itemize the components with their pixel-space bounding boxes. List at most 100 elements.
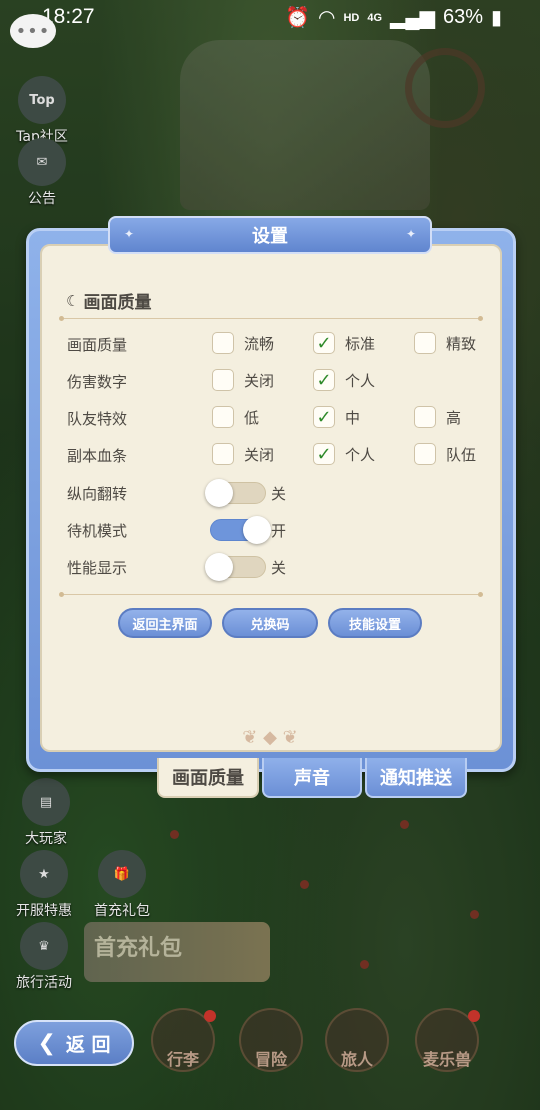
side-item-server-promo[interactable]: ★ 开服特惠 — [12, 850, 76, 920]
nav-label: 麦乐兽 — [422, 1050, 471, 1069]
checkbox[interactable] — [414, 443, 436, 465]
battery-percent: 63% — [442, 6, 483, 28]
row-label-standby-mode: 待机模式 — [67, 522, 128, 540]
back-button[interactable]: ❮ 返 回 — [14, 1020, 134, 1066]
nav-label: 旅人 — [340, 1050, 373, 1069]
tab-graphics[interactable]: 画面质量 — [157, 758, 259, 798]
tab-label: 画面质量 — [172, 768, 244, 789]
tab-label: 通知推送 — [380, 768, 452, 789]
section-divider — [59, 316, 483, 321]
checkbox[interactable] — [414, 332, 436, 354]
checkbox[interactable] — [212, 406, 234, 428]
toggle-state: 关 — [271, 485, 287, 503]
standby-mode-toggle[interactable] — [210, 516, 271, 544]
redeem-code-button[interactable]: 兑换码 — [222, 608, 318, 638]
dialog-title: 设置 — [252, 226, 288, 247]
checkbox-checked[interactable]: ✓ — [313, 406, 335, 428]
tab-label: 声音 — [294, 768, 330, 789]
option-refined[interactable]: 精致 — [414, 332, 476, 354]
battery-icon: ▮ — [490, 7, 502, 29]
option-personal[interactable]: ✓ 个人 — [313, 443, 375, 465]
option-personal[interactable]: ✓ 个人 — [313, 369, 375, 391]
side-item-label: 开服特惠 — [16, 903, 72, 919]
tab-sound[interactable]: 声音 — [262, 758, 362, 798]
checkbox[interactable] — [414, 406, 436, 428]
checkbox[interactable] — [212, 332, 234, 354]
tap-community-icon: Top — [18, 76, 66, 124]
side-item-label: 大玩家 — [25, 831, 67, 847]
option-team[interactable]: 队伍 — [414, 443, 476, 465]
announcement-icon: ✉ — [18, 138, 66, 186]
option-label: 队伍 — [446, 445, 477, 464]
server-promo-icon: ★ — [20, 850, 68, 898]
performance-display-toggle[interactable] — [205, 553, 266, 581]
dialog-title-bar: ✦ 设置 ✦ — [108, 216, 432, 254]
side-item-travel-event[interactable]: ♛ 旅行活动 — [12, 922, 76, 992]
moon-icon: ☾ — [66, 291, 80, 310]
toggle-state: 开 — [271, 522, 287, 540]
return-main-button[interactable]: 返回主界面 — [118, 608, 212, 638]
alarm-icon: ⏰ — [285, 7, 310, 29]
option-label: 关闭 — [244, 371, 275, 390]
section-title: 画面质量 — [83, 293, 152, 313]
skill-settings-button[interactable]: 技能设置 — [328, 608, 422, 638]
side-item-tap-community[interactable]: Top Tap社区 — [10, 76, 74, 146]
option-label: 中 — [345, 408, 361, 427]
side-item-announcement[interactable]: ✉ 公告 — [10, 138, 74, 208]
button-label: 兑换码 — [250, 617, 290, 633]
signal-icon: ▂▄▆ — [390, 7, 435, 29]
nav-label: 冒险 — [254, 1050, 287, 1069]
side-item-label: 旅行活动 — [16, 975, 72, 991]
sparkle-icon: ✦ — [405, 227, 416, 241]
option-label: 个人 — [345, 445, 376, 464]
nav-label: 行李 — [166, 1050, 199, 1069]
nav-mailebeast[interactable]: 麦乐兽 — [410, 1008, 484, 1080]
toggle-knob — [205, 479, 233, 507]
sparkle-icon: ✦ — [124, 227, 135, 241]
notification-dot — [468, 1010, 480, 1022]
travel-event-icon: ♛ — [20, 922, 68, 970]
button-label: 技能设置 — [348, 617, 401, 633]
option-standard[interactable]: ✓ 标准 — [313, 332, 375, 354]
toggle-knob — [243, 516, 271, 544]
chat-bubble-icon[interactable]: ••• — [10, 14, 56, 48]
checkbox-checked[interactable]: ✓ — [313, 369, 335, 391]
section-header: ☾ 画面质量 — [66, 288, 152, 314]
side-item-first-charge[interactable]: 🎁 首充礼包 — [86, 850, 158, 920]
option-medium[interactable]: ✓ 中 — [313, 406, 360, 428]
ornament-icon: ❦ ◆ ❦ — [242, 727, 298, 748]
option-smooth[interactable]: 流畅 — [212, 332, 274, 354]
option-low[interactable]: 低 — [212, 406, 259, 428]
nav-travelers[interactable]: 旅人 — [320, 1008, 394, 1080]
tab-notifications[interactable]: 通知推送 — [365, 758, 467, 798]
checkbox-checked[interactable]: ✓ — [313, 332, 335, 354]
side-item-big-player[interactable]: ▤ 大玩家 — [14, 778, 78, 848]
nav-adventure[interactable]: 冒险 — [234, 1008, 308, 1080]
chat-dots: ••• — [15, 20, 51, 42]
row-label-damage-numbers: 伤害数字 — [67, 373, 128, 391]
row-label-performance-display: 性能显示 — [67, 559, 128, 577]
toggle-knob — [205, 553, 233, 581]
row-label-quality: 画面质量 — [67, 336, 128, 354]
gift-box-icon: 🎁 — [98, 850, 146, 898]
option-label: 流畅 — [244, 334, 275, 353]
option-off[interactable]: 关闭 — [212, 369, 274, 391]
nav-luggage[interactable]: 行李 — [146, 1008, 220, 1080]
notification-dot — [204, 1010, 216, 1022]
back-arrow-icon: ❮ — [37, 1030, 56, 1056]
option-label: 标准 — [345, 334, 376, 353]
row-label-dungeon-hp-bar: 副本血条 — [67, 447, 128, 465]
first-charge-banner[interactable]: 首充礼包 — [84, 922, 270, 982]
back-label: 返 回 — [65, 1033, 111, 1056]
vertical-flip-toggle[interactable] — [205, 479, 266, 507]
side-item-label: 首充礼包 — [94, 903, 150, 919]
checkbox[interactable] — [212, 369, 234, 391]
checkbox[interactable] — [212, 443, 234, 465]
row-label-vertical-flip: 纵向翻转 — [67, 485, 128, 503]
checkbox-checked[interactable]: ✓ — [313, 443, 335, 465]
row-label-teammate-effects: 队友特效 — [67, 410, 128, 428]
option-high[interactable]: 高 — [414, 406, 461, 428]
option-label: 低 — [244, 408, 260, 427]
option-off[interactable]: 关闭 — [212, 443, 274, 465]
button-label: 返回主界面 — [132, 617, 198, 633]
